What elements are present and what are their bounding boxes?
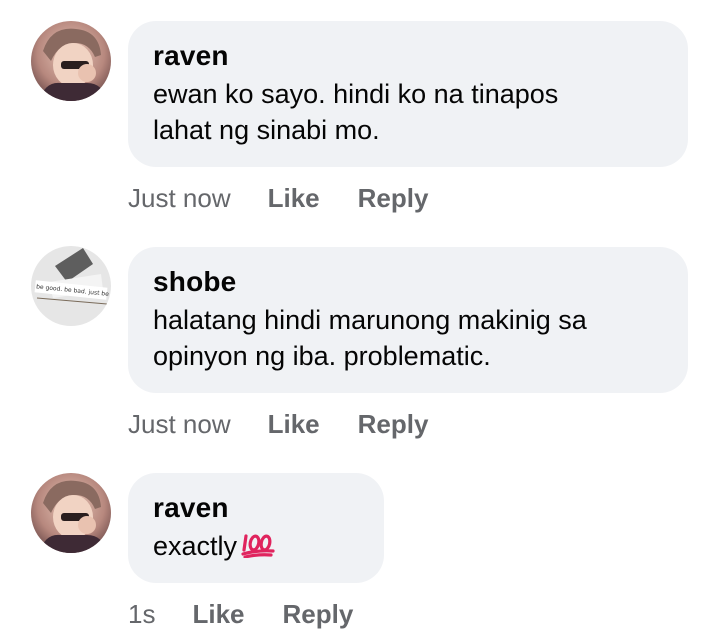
- comment-author[interactable]: raven: [153, 491, 359, 525]
- comment-timestamp[interactable]: Just now: [128, 183, 231, 214]
- like-button[interactable]: Like: [268, 183, 320, 214]
- like-button[interactable]: Like: [192, 599, 244, 630]
- hundred-points-icon: [241, 530, 275, 567]
- comment-author[interactable]: shobe: [153, 265, 663, 299]
- reply-button[interactable]: Reply: [358, 409, 429, 440]
- comment-text-line: halatang hindi marunong makinig sa: [153, 305, 587, 335]
- avatar[interactable]: [31, 21, 111, 101]
- comment-thread: raven ewan ko sayo. hindi ko na tinapos …: [0, 0, 719, 639]
- reply-button[interactable]: Reply: [283, 599, 354, 630]
- comment-meta: Just now Like Reply: [128, 181, 428, 215]
- comment-bubble: raven ewan ko sayo. hindi ko na tinapos …: [128, 21, 688, 167]
- comment-meta: Just now Like Reply: [128, 407, 428, 441]
- comment-text: exactly: [153, 528, 359, 567]
- comment-text-line: ewan ko sayo. hindi ko na tinapos: [153, 79, 559, 109]
- comment-timestamp[interactable]: Just now: [128, 409, 231, 440]
- comment-text-line: lahat ng sinabi mo.: [153, 115, 380, 145]
- comment-text-content: exactly: [153, 531, 238, 561]
- comment-bubble: shobe halatang hindi marunong makinig sa…: [128, 247, 688, 393]
- comment-text: ewan ko sayo. hindi ko na tinapos lahat …: [153, 76, 663, 148]
- avatar[interactable]: be good. be bad. just be: [31, 246, 111, 326]
- comment-bubble: raven exactly: [128, 473, 384, 583]
- reply-button[interactable]: Reply: [358, 183, 429, 214]
- comment-text-line: opinyon ng iba. problematic.: [153, 341, 491, 371]
- like-button[interactable]: Like: [268, 409, 320, 440]
- comment-author[interactable]: raven: [153, 39, 663, 73]
- comment-text: halatang hindi marunong makinig sa opiny…: [153, 302, 663, 374]
- avatar[interactable]: [31, 473, 111, 553]
- comment-meta: 1s Like Reply: [128, 597, 353, 631]
- comment-timestamp[interactable]: 1s: [128, 599, 155, 630]
